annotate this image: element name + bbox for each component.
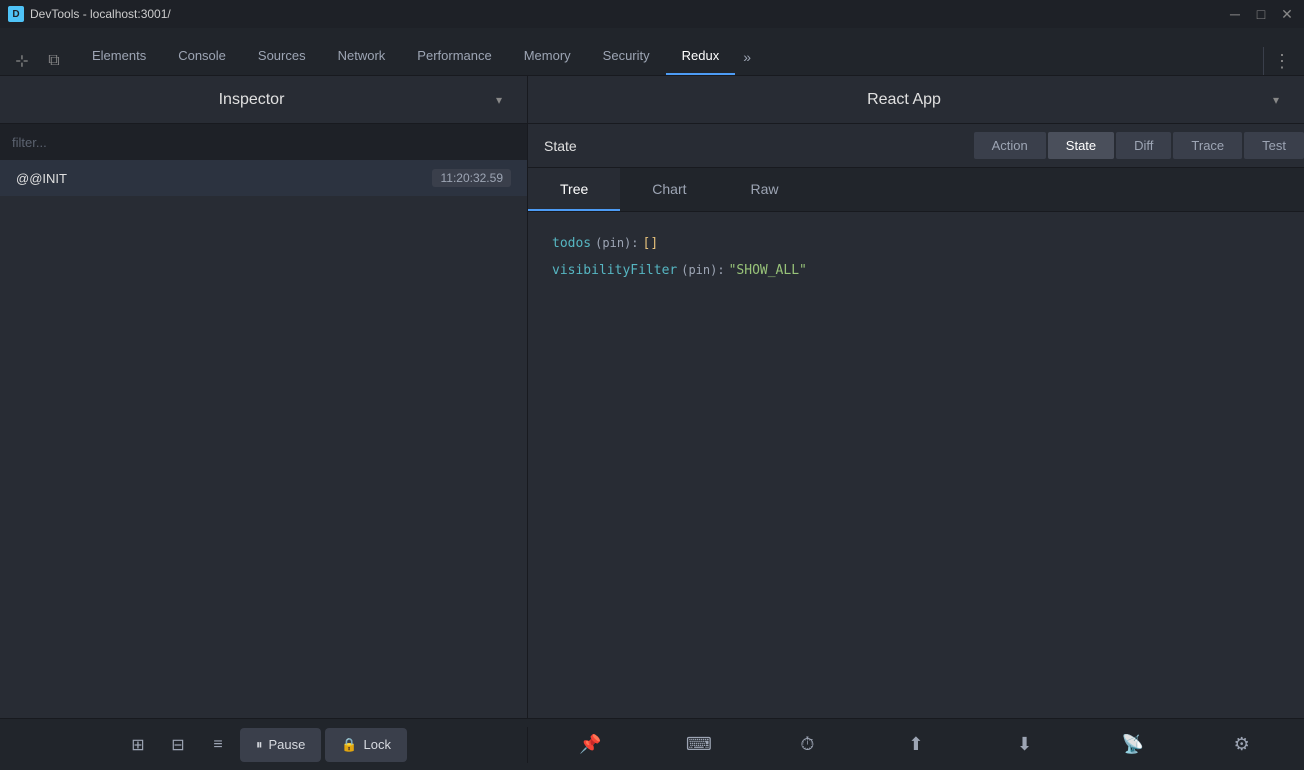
state-label: State [544, 138, 577, 154]
tab-performance[interactable]: Performance [401, 38, 507, 75]
inspector-header: Inspector ▾ [0, 76, 528, 123]
left-panel: @@INIT 11:20:32.59 [0, 124, 528, 718]
subtab-raw[interactable]: Raw [719, 168, 811, 211]
visibility-value: "SHOW_ALL" [729, 259, 807, 282]
device-toggle-button[interactable]: ⧉ [40, 47, 68, 75]
tab-memory[interactable]: Memory [508, 38, 587, 75]
pause-icon: ⏸ [256, 737, 263, 753]
tab-test[interactable]: Test [1244, 132, 1304, 159]
action-item[interactable]: @@INIT 11:20:32.59 [0, 160, 527, 196]
timer-icon[interactable]: ⏱ [787, 725, 827, 765]
pause-button[interactable]: ⏸ Pause [240, 728, 321, 762]
lock-icon: 🔒 [341, 737, 357, 753]
tab-bar-end: ⋮ [1263, 47, 1296, 75]
tab-action[interactable]: Action [974, 132, 1046, 159]
main-content: @@INIT 11:20:32.59 State Action State Di… [0, 124, 1304, 718]
lock-button[interactable]: 🔒 Lock [325, 728, 407, 762]
settings-icon[interactable]: ⚙ [1222, 725, 1262, 765]
inspect-element-button[interactable]: ⊹ [8, 47, 36, 75]
state-content: todos (pin): [] visibilityFilter (pin): … [528, 212, 1304, 718]
toolbar-left: ⊹ ⧉ [8, 47, 68, 75]
list-icon[interactable]: ≡ [200, 727, 236, 763]
close-button[interactable]: ✕ [1278, 5, 1296, 23]
more-tabs-button[interactable]: » [735, 39, 759, 75]
tab-diff[interactable]: Diff [1116, 132, 1171, 159]
state-tab-buttons: Action State Diff Trace Test [974, 132, 1304, 159]
window-title: DevTools - localhost:3001/ [30, 7, 1226, 21]
grid-small-icon[interactable]: ⊞ [120, 727, 156, 763]
subtab-tree[interactable]: Tree [528, 168, 620, 211]
window-controls: ─ □ ✕ [1226, 5, 1296, 23]
tab-state[interactable]: State [1048, 132, 1114, 159]
devtools-icon: D [8, 6, 24, 22]
visibility-key: visibilityFilter [552, 259, 677, 282]
tab-console[interactable]: Console [162, 38, 242, 75]
minimize-button[interactable]: ─ [1226, 5, 1244, 23]
bottom-right-section: 📌 ⌨ ⏱ ⬆ ⬇ 📡 ⚙ [528, 725, 1304, 765]
pin-icon[interactable]: 📌 [570, 725, 610, 765]
bottom-left-section: ⊞ ⊟ ≡ ⏸ Pause 🔒 Lock [0, 727, 528, 763]
signal-icon[interactable]: 📡 [1113, 725, 1153, 765]
tab-security[interactable]: Security [587, 38, 666, 75]
keyboard-icon[interactable]: ⌨ [679, 725, 719, 765]
todos-annotation: (pin): [595, 233, 638, 255]
action-time: 11:20:32.59 [432, 169, 511, 187]
visibility-annotation: (pin): [681, 260, 724, 282]
pause-label: Pause [268, 737, 305, 752]
tab-elements[interactable]: Elements [76, 38, 162, 75]
app-header: React App ▾ [528, 76, 1304, 123]
subtabs-row: Tree Chart Raw [528, 168, 1304, 212]
title-bar: D DevTools - localhost:3001/ ─ □ ✕ [0, 0, 1304, 28]
more-options-button[interactable]: ⋮ [1268, 47, 1296, 75]
tab-sources[interactable]: Sources [242, 38, 322, 75]
tab-trace[interactable]: Trace [1173, 132, 1242, 159]
action-name: @@INIT [16, 171, 432, 186]
main-tabs: Elements Console Sources Network Perform… [76, 38, 1263, 75]
tab-redux[interactable]: Redux [666, 38, 736, 75]
maximize-button[interactable]: □ [1252, 5, 1270, 23]
todos-value: [] [643, 232, 659, 255]
app-dropdown-button[interactable]: ▾ [1264, 88, 1288, 112]
bottom-bar: ⊞ ⊟ ≡ ⏸ Pause 🔒 Lock 📌 ⌨ ⏱ ⬆ ⬇ 📡 ⚙ [0, 718, 1304, 770]
tab-network[interactable]: Network [322, 38, 402, 75]
inspector-dropdown-button[interactable]: ▾ [487, 88, 511, 112]
subtab-chart[interactable]: Chart [620, 168, 718, 211]
lock-label: Lock [364, 737, 391, 752]
grid-medium-icon[interactable]: ⊟ [160, 727, 196, 763]
inspector-title: Inspector [16, 91, 487, 109]
filter-input[interactable] [0, 124, 527, 160]
header-bar: Inspector ▾ React App ▾ [0, 76, 1304, 124]
state-tabs-row: State Action State Diff Trace Test [528, 124, 1304, 168]
app-title: React App [544, 91, 1264, 109]
right-panel: State Action State Diff Trace Test Tree … [528, 124, 1304, 718]
state-line-todos: todos (pin): [] [552, 232, 1280, 255]
upload-icon[interactable]: ⬆ [896, 725, 936, 765]
todos-key: todos [552, 232, 591, 255]
download-icon[interactable]: ⬇ [1005, 725, 1045, 765]
tab-bar: ⊹ ⧉ Elements Console Sources Network Per… [0, 28, 1304, 76]
action-list: @@INIT 11:20:32.59 [0, 160, 527, 718]
state-line-visibility: visibilityFilter (pin): "SHOW_ALL" [552, 259, 1280, 282]
